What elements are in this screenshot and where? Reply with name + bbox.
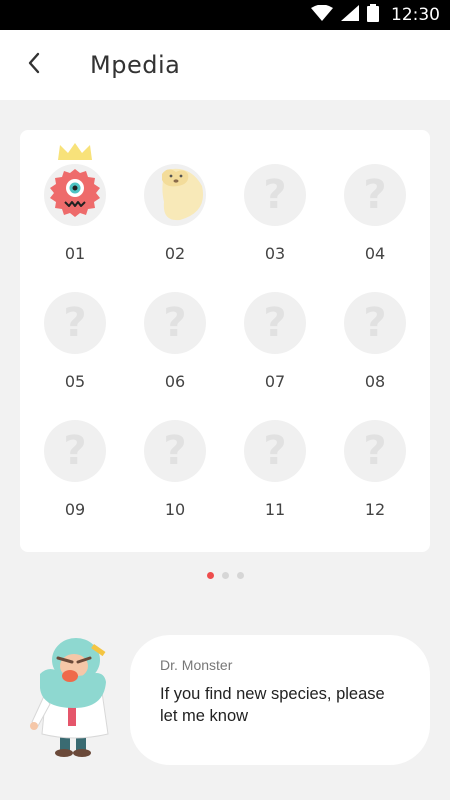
wifi-icon bbox=[311, 4, 333, 26]
question-mark-icon: ? bbox=[163, 428, 187, 474]
question-mark-icon: ? bbox=[363, 172, 387, 218]
signal-icon bbox=[341, 4, 359, 26]
page-dot-3[interactable] bbox=[236, 572, 244, 579]
question-mark-icon: ? bbox=[63, 300, 87, 346]
unknown-monster-placeholder: ? bbox=[44, 420, 106, 482]
monster-grid: 01 02 ? 03 ? 04 ? 05 ? 06 ? 07 ? 08 ? 09… bbox=[20, 130, 430, 552]
monster-slot-05[interactable]: ? 05 bbox=[25, 292, 125, 402]
unknown-monster-placeholder: ? bbox=[344, 420, 406, 482]
unknown-monster-placeholder: ? bbox=[244, 292, 306, 354]
unknown-monster-placeholder: ? bbox=[344, 292, 406, 354]
monster-number: 04 bbox=[364, 244, 386, 263]
page-dot-1[interactable] bbox=[206, 572, 214, 579]
monster-number: 02 bbox=[164, 244, 186, 263]
question-mark-icon: ? bbox=[363, 300, 387, 346]
monster-avatar bbox=[44, 164, 106, 226]
page-title: Mpedia bbox=[90, 51, 181, 79]
monster-avatar bbox=[144, 164, 206, 226]
unknown-monster-placeholder: ? bbox=[44, 292, 106, 354]
monster-slot-01[interactable]: 01 bbox=[25, 143, 125, 274]
monster-number: 12 bbox=[364, 500, 386, 519]
back-button[interactable] bbox=[4, 30, 64, 100]
monster-slot-03[interactable]: ? 03 bbox=[225, 164, 325, 274]
monster-slot-07[interactable]: ? 07 bbox=[225, 292, 325, 402]
question-mark-icon: ? bbox=[263, 428, 287, 474]
page-dot-2[interactable] bbox=[221, 572, 229, 579]
monster-number: 01 bbox=[64, 244, 86, 263]
dr-monster-character bbox=[20, 630, 130, 770]
monster-number: 05 bbox=[64, 372, 86, 391]
question-mark-icon: ? bbox=[163, 300, 187, 346]
monster-slot-09[interactable]: ? 09 bbox=[25, 420, 125, 530]
app-bar: Mpedia bbox=[0, 30, 450, 100]
monster-slot-11[interactable]: ? 11 bbox=[225, 420, 325, 530]
speaker-name: Dr. Monster bbox=[160, 657, 233, 673]
monster-slot-06[interactable]: ? 06 bbox=[125, 292, 225, 402]
monster-slot-10[interactable]: ? 10 bbox=[125, 420, 225, 530]
monster-number: 10 bbox=[164, 500, 186, 519]
monster-number: 08 bbox=[364, 372, 386, 391]
unknown-monster-placeholder: ? bbox=[144, 420, 206, 482]
monster-slot-12[interactable]: ? 12 bbox=[325, 420, 425, 530]
chevron-left-icon bbox=[27, 52, 41, 79]
monster-slot-08[interactable]: ? 08 bbox=[325, 292, 425, 402]
battery-icon bbox=[367, 3, 379, 27]
monster-number: 07 bbox=[264, 372, 286, 391]
page-indicator bbox=[0, 572, 450, 579]
status-time: 12:30 bbox=[391, 5, 440, 25]
speech-message: If you find new species, please let me k… bbox=[160, 685, 385, 725]
monster-slot-04[interactable]: ? 04 bbox=[325, 164, 425, 274]
question-mark-icon: ? bbox=[63, 428, 87, 474]
speech-bubble: Dr. Monster If you find new species, ple… bbox=[130, 635, 430, 765]
unknown-monster-placeholder: ? bbox=[244, 164, 306, 226]
monster-number: 11 bbox=[264, 500, 286, 519]
monster-number: 03 bbox=[264, 244, 286, 263]
question-mark-icon: ? bbox=[363, 428, 387, 474]
red-monster-icon bbox=[47, 165, 103, 226]
question-mark-icon: ? bbox=[263, 172, 287, 218]
monster-slot-02[interactable]: 02 bbox=[125, 164, 225, 274]
unknown-monster-placeholder: ? bbox=[244, 420, 306, 482]
unknown-monster-placeholder: ? bbox=[144, 292, 206, 354]
question-mark-icon: ? bbox=[263, 300, 287, 346]
monster-number: 06 bbox=[164, 372, 186, 391]
status-bar: 12:30 bbox=[0, 0, 450, 30]
monster-number: 09 bbox=[64, 500, 86, 519]
unknown-monster-placeholder: ? bbox=[344, 164, 406, 226]
cream-dog-monster-icon bbox=[144, 164, 206, 226]
